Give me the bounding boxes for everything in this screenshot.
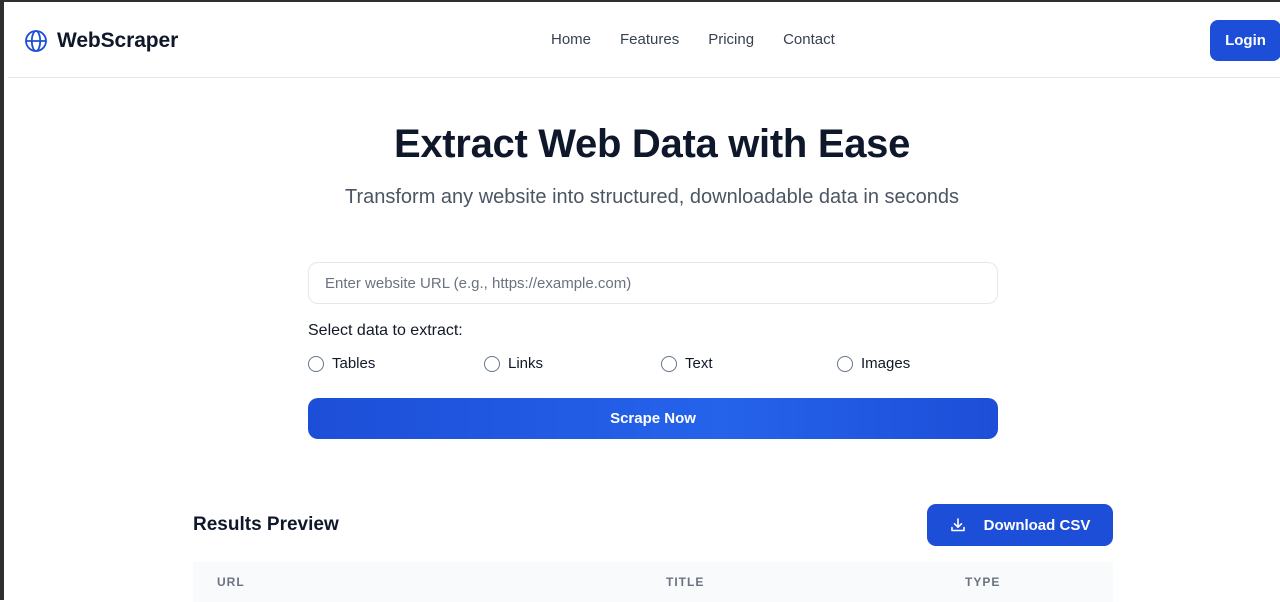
option-tables[interactable]: Tables xyxy=(308,355,375,372)
results-title: Results Preview xyxy=(193,514,339,535)
results-table-header: URL TITLE TYPE xyxy=(193,562,1113,602)
nav-contact[interactable]: Contact xyxy=(783,30,835,50)
option-text[interactable]: Text xyxy=(661,355,713,372)
option-label: Tables xyxy=(332,355,376,372)
download-csv-button[interactable]: Download CSV xyxy=(927,504,1113,546)
url-input[interactable] xyxy=(308,262,998,304)
option-label: Text xyxy=(685,355,713,372)
column-header-url[interactable]: URL xyxy=(217,575,245,589)
column-header-title[interactable]: TITLE xyxy=(666,575,704,589)
tables-radio[interactable] xyxy=(308,355,324,372)
option-label: Images xyxy=(861,355,911,372)
text-radio[interactable] xyxy=(661,355,677,372)
brand[interactable]: WebScraper xyxy=(24,26,178,56)
main-nav: Home Features Pricing Contact xyxy=(551,30,864,50)
option-links[interactable]: Links xyxy=(484,355,543,372)
hero-title: Extract Web Data with Ease xyxy=(393,122,911,166)
hero-subtitle: Transform any website into structured, d… xyxy=(344,186,960,208)
data-type-options: Tables Links Text Images xyxy=(308,355,998,377)
nav-pricing[interactable]: Pricing xyxy=(708,30,754,50)
images-radio[interactable] xyxy=(837,355,853,372)
option-label: Links xyxy=(508,355,544,372)
scrape-now-button[interactable]: Scrape Now xyxy=(308,398,998,439)
login-button[interactable]: Login xyxy=(1210,20,1280,61)
column-header-type[interactable]: TYPE xyxy=(965,575,1000,589)
links-radio[interactable] xyxy=(484,355,500,372)
nav-features[interactable]: Features xyxy=(620,30,679,50)
brand-name: WebScraper xyxy=(57,29,179,52)
app-window: WebScraper Home Features Pricing Contact… xyxy=(0,0,1280,602)
download-csv-label: Download CSV xyxy=(983,516,1091,534)
globe-icon xyxy=(24,29,48,53)
navbar: WebScraper Home Features Pricing Contact… xyxy=(8,4,1280,78)
nav-home[interactable]: Home xyxy=(551,30,591,50)
option-images[interactable]: Images xyxy=(837,355,910,372)
select-data-label: Select data to extract: xyxy=(308,322,463,339)
download-icon xyxy=(950,517,966,533)
